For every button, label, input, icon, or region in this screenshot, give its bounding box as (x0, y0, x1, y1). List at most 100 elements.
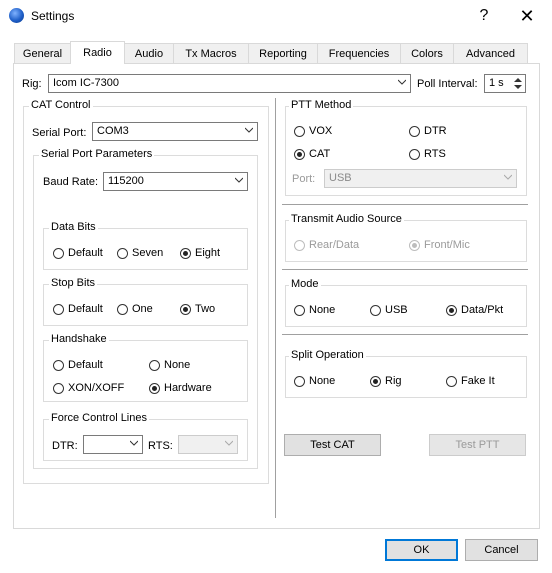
radio-label: Front/Mic (424, 239, 470, 251)
split-operation-title: Split Operation (289, 349, 366, 361)
tab-radio[interactable]: Radio (70, 41, 125, 64)
audio-rear-data-radio[interactable]: Rear/Data (294, 237, 359, 253)
rig-label: Rig: (22, 78, 42, 90)
radio-label: USB (385, 304, 408, 316)
section-divider (282, 269, 528, 270)
ptt-port-select[interactable]: USB (324, 169, 517, 188)
rts-select[interactable] (178, 435, 238, 454)
test-cat-button[interactable]: Test CAT (284, 434, 381, 456)
transmit-audio-title: Transmit Audio Source (289, 213, 404, 225)
tab-audio[interactable]: Audio (124, 43, 174, 63)
tab-tx-macros[interactable]: Tx Macros (173, 43, 249, 63)
radio-circle (180, 303, 191, 315)
data-bits-default-radio[interactable]: Default (53, 245, 103, 261)
app-icon (9, 8, 24, 23)
chevron-down-icon (130, 440, 138, 446)
chevron-down-icon (398, 79, 406, 85)
data-bits-seven-radio[interactable]: Seven (117, 245, 163, 261)
mode-data-pkt-radio[interactable]: Data/Pkt (446, 302, 503, 318)
dtr-select[interactable] (83, 435, 143, 454)
data-bits-title: Data Bits (49, 221, 98, 233)
mode-usb-radio[interactable]: USB (370, 302, 408, 318)
radio-circle (294, 148, 305, 160)
section-divider (282, 334, 528, 335)
radio-label: Hardware (164, 382, 212, 394)
mode-none-radio[interactable]: None (294, 302, 335, 318)
tab-advanced[interactable]: Advanced (453, 43, 528, 63)
radio-circle (53, 382, 64, 394)
ptt-rts-radio[interactable]: RTS (409, 146, 446, 162)
cancel-button[interactable]: Cancel (465, 539, 538, 561)
radio-label: XON/XOFF (68, 382, 125, 394)
chevron-down-icon (235, 177, 243, 183)
radio-label: Two (195, 303, 216, 315)
radio-circle (370, 304, 381, 316)
help-button[interactable]: ? (462, 0, 506, 32)
tab-colors[interactable]: Colors (400, 43, 454, 63)
radio-label: Default (68, 303, 103, 315)
serial-port-label: Serial Port: (32, 127, 87, 139)
tab-frequencies[interactable]: Frequencies (317, 43, 401, 63)
rig-select[interactable]: Icom IC-7300 (48, 74, 411, 93)
ptt-vox-radio[interactable]: VOX (294, 123, 332, 139)
radio-circle (294, 125, 305, 137)
radio-label: Default (68, 247, 103, 259)
split-none-radio[interactable]: None (294, 373, 335, 389)
handshake-default-radio[interactable]: Default (53, 357, 103, 373)
radio-label: CAT (309, 148, 331, 160)
radio-circle (409, 239, 420, 251)
radio-circle (53, 247, 64, 259)
radio-label: DTR (424, 125, 447, 137)
stop-bits-one-radio[interactable]: One (117, 301, 153, 317)
ptt-dtr-radio[interactable]: DTR (409, 123, 447, 139)
serial-port-value: COM3 (97, 125, 129, 137)
baud-rate-select[interactable]: 115200 (103, 172, 248, 191)
spin-arrows-icon[interactable] (513, 77, 523, 90)
close-button[interactable]: ✕ (505, 0, 549, 32)
baud-rate-label: Baud Rate: (43, 176, 99, 188)
radio-circle (409, 125, 420, 137)
window-title: Settings (31, 9, 75, 23)
radio-label: Seven (132, 247, 164, 259)
data-bits-eight-radio[interactable]: Eight (180, 245, 220, 261)
ptt-method-title: PTT Method (289, 99, 354, 111)
audio-front-mic-radio[interactable]: Front/Mic (409, 237, 470, 253)
radio-label: Fake It (461, 375, 495, 387)
serial-port-select[interactable]: COM3 (92, 122, 258, 141)
radio-circle (117, 247, 128, 259)
radio-label: Data/Pkt (461, 304, 504, 316)
ptt-port-value: USB (329, 172, 352, 184)
radio-circle (294, 375, 305, 387)
stop-bits-default-radio[interactable]: Default (53, 301, 103, 317)
stop-bits-title: Stop Bits (49, 277, 98, 289)
cat-control-title: CAT Control (29, 99, 93, 111)
test-ptt-button[interactable]: Test PTT (429, 434, 526, 456)
radio-circle (149, 359, 160, 371)
radio-circle (409, 148, 420, 160)
radio-circle (370, 375, 381, 387)
serial-params-title: Serial Port Parameters (39, 148, 155, 160)
ptt-cat-radio[interactable]: CAT (294, 146, 330, 162)
ok-button[interactable]: OK (385, 539, 458, 561)
radio-circle (180, 247, 191, 259)
radio-circle (294, 239, 305, 251)
handshake-hardware-radio[interactable]: Hardware (149, 380, 212, 396)
baud-rate-value: 115200 (108, 175, 144, 187)
poll-interval-value: 1 s (489, 77, 504, 89)
stop-bits-two-radio[interactable]: Two (180, 301, 215, 317)
handshake-xonxoff-radio[interactable]: XON/XOFF (53, 380, 124, 396)
split-rig-radio[interactable]: Rig (370, 373, 402, 389)
chevron-down-icon (225, 440, 233, 446)
poll-interval-spinbox[interactable]: 1 s (484, 74, 526, 93)
radio-label: Default (68, 359, 103, 371)
rig-value: Icom IC-7300 (53, 77, 120, 89)
handshake-none-radio[interactable]: None (149, 357, 190, 373)
radio-label: None (309, 304, 336, 316)
radio-label: Eight (195, 247, 221, 259)
handshake-title: Handshake (49, 333, 109, 345)
rts-label: RTS: (148, 440, 173, 452)
tab-general[interactable]: General (14, 43, 71, 63)
tab-reporting[interactable]: Reporting (248, 43, 318, 63)
radio-circle (446, 304, 457, 316)
split-fake-it-radio[interactable]: Fake It (446, 373, 495, 389)
